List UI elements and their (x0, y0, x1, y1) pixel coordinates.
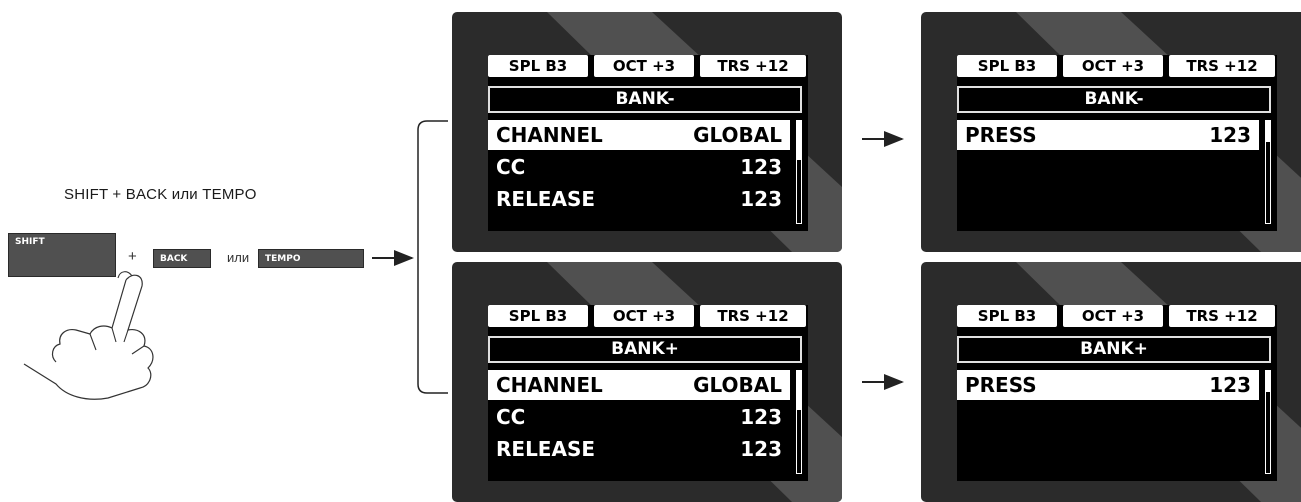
display-area: SPL B3 OCT +3 TRS +12 BANK- PRESS 123 (957, 55, 1277, 231)
menu-row[interactable]: CC 123 (488, 152, 790, 182)
menu-row-value: 123 (1209, 373, 1251, 397)
status-tabs: SPL B3 OCT +3 TRS +12 (957, 305, 1275, 327)
bank-title: BANK- (488, 86, 802, 113)
split-bracket (417, 120, 448, 394)
screen-bank-minus-list: SPL B3 OCT +3 TRS +12 BANK- CHANNEL GLOBAL CC 1… (452, 12, 842, 252)
scrollbar-thumb[interactable] (796, 370, 802, 410)
tab-octave: OCT +3 (594, 305, 694, 327)
menu-row[interactable]: PRESS 123 (957, 370, 1259, 400)
tab-transpose: TRS +12 (1169, 305, 1275, 327)
bank-title: BANK+ (957, 336, 1271, 363)
menu-row-label: CC (496, 405, 526, 429)
menu-row-value: 123 (740, 187, 782, 211)
menu-row[interactable]: CHANNEL GLOBAL (488, 370, 790, 400)
menu-row-label: CHANNEL (496, 123, 603, 147)
bank-title: BANK- (957, 86, 1271, 113)
tab-octave: OCT +3 (1063, 55, 1163, 77)
tab-transpose: TRS +12 (700, 305, 806, 327)
menu-row-label: PRESS (965, 123, 1037, 147)
scrollbar-thumb[interactable] (796, 120, 802, 160)
screen-bank-plus-press: SPL B3 OCT +3 TRS +12 BANK+ PRESS 123 (921, 262, 1301, 502)
screen-bank-minus-press: SPL B3 OCT +3 TRS +12 BANK- PRESS 123 (921, 12, 1301, 252)
bank-title: BANK+ (488, 336, 802, 363)
menu-row-label: CC (496, 155, 526, 179)
menu-row-value: 123 (740, 405, 782, 429)
menu-row[interactable]: CHANNEL GLOBAL (488, 120, 790, 150)
status-tabs: SPL B3 OCT +3 TRS +12 (488, 305, 806, 327)
tab-sample: SPL B3 (957, 55, 1057, 77)
display-area: SPL B3 OCT +3 TRS +12 BANK+ PRESS 123 (957, 305, 1277, 481)
tab-sample: SPL B3 (957, 305, 1057, 327)
tab-transpose: TRS +12 (1169, 55, 1275, 77)
tab-sample: SPL B3 (488, 305, 588, 327)
menu-row[interactable]: RELEASE 123 (488, 434, 790, 464)
display-area: SPL B3 OCT +3 TRS +12 BANK- CHANNEL GLOBAL CC 1… (488, 55, 808, 231)
menu-row-label: RELEASE (496, 437, 596, 461)
menu-row[interactable]: RELEASE 123 (488, 184, 790, 214)
screen-bank-plus-list: SPL B3 OCT +3 TRS +12 BANK+ CHANNEL GLOBAL CC 1… (452, 262, 842, 502)
tab-transpose: TRS +12 (700, 55, 806, 77)
tab-octave: OCT +3 (1063, 305, 1163, 327)
menu-row-label: RELEASE (496, 187, 596, 211)
menu-row-value: 123 (1209, 123, 1251, 147)
menu-row[interactable]: PRESS 123 (957, 120, 1259, 150)
scrollbar-thumb[interactable] (1265, 370, 1271, 392)
status-tabs: SPL B3 OCT +3 TRS +12 (957, 55, 1275, 77)
menu-row-label: CHANNEL (496, 373, 603, 397)
scrollbar-thumb[interactable] (1265, 120, 1271, 142)
display-area: SPL B3 OCT +3 TRS +12 BANK+ CHANNEL GLOBAL CC 1… (488, 305, 808, 481)
status-tabs: SPL B3 OCT +3 TRS +12 (488, 55, 806, 77)
menu-row[interactable]: CC 123 (488, 402, 790, 432)
menu-row-value: 123 (740, 437, 782, 461)
menu-row-label: PRESS (965, 373, 1037, 397)
menu-row-value: 123 (740, 155, 782, 179)
tab-octave: OCT +3 (594, 55, 694, 77)
menu-row-value: GLOBAL (693, 373, 782, 397)
tab-sample: SPL B3 (488, 55, 588, 77)
menu-row-value: GLOBAL (693, 123, 782, 147)
